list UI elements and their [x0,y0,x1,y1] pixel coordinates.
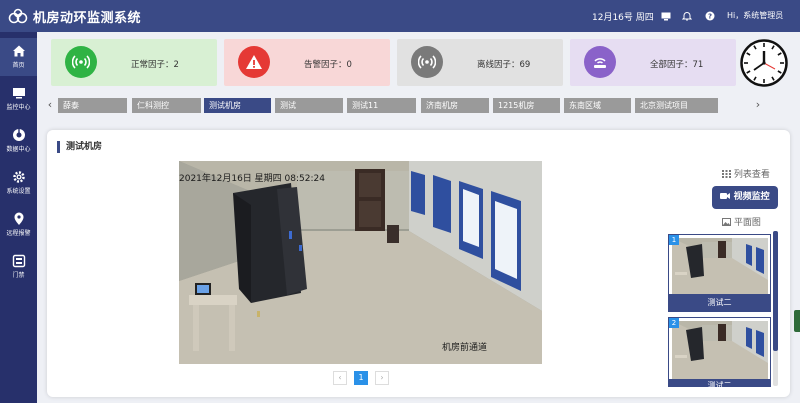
stat-label: 全部因子：71 [650,60,704,70]
stat-label: 正常因子：2 [131,60,179,70]
sidebar-item-alarm[interactable]: 远程报警 [0,206,37,244]
sidebar-label: 远程报警 [6,230,31,237]
screen-icon[interactable] [659,9,673,23]
stat-card-all[interactable]: 全部因子：71 [570,39,736,86]
tab-item[interactable]: 北京测试项目 [635,98,718,113]
thumbnail-label: 测试二 [669,379,770,387]
logo-icon [8,8,28,24]
all-icon [584,46,616,78]
help-icon[interactable]: ? [703,9,717,23]
stat-card-normal[interactable]: 正常因子：2 [51,39,217,86]
tab-item[interactable]: 测试 [275,98,343,113]
scrollbar-thumb[interactable] [773,231,778,351]
clock-icon [740,39,788,87]
sidebar-label: 门禁 [12,272,25,279]
tab-item-active[interactable]: 测试机房 [204,98,271,113]
page-prev-button[interactable]: ‹ [333,371,347,385]
bell-icon[interactable] [680,9,694,23]
sidebar-label: 数据中心 [6,146,31,153]
list-view-link[interactable]: 列表查看 [722,167,770,180]
stat-label: 离线因子：69 [477,60,531,70]
panel-title: 测试机房 [57,141,102,153]
side-edge-tab[interactable] [794,310,800,332]
monitor-icon [12,88,25,99]
sidebar-label: 监控中心 [6,104,31,111]
video-view-label: 视频监控 [733,192,770,202]
thumbnail-scrollbar[interactable] [773,231,778,386]
gear-icon [12,171,25,183]
thumbnail-image [672,238,768,296]
video-view-button[interactable]: 视频监控 [712,186,778,209]
thumbnail-label: 测试二 [669,294,770,311]
tab-item[interactable]: 测试11 [347,98,416,113]
warning-icon [238,46,270,78]
tab-item[interactable]: 济南机房 [421,98,489,113]
camera-icon [720,193,731,199]
video-timestamp: 2021年12月16日 星期四 08:52:24 [179,174,325,184]
offline-icon [411,46,443,78]
sidebar-label: 首页 [12,62,25,69]
thumbnail-image [672,321,768,379]
app-title: 机房动环监测系统 [33,11,142,26]
sidebar-item-home[interactable]: 首页 [0,38,37,76]
tab-item[interactable]: 1215机房 [493,98,560,113]
header-date: 12月16号 周四 [592,13,654,23]
video-player[interactable]: 2021年12月16日 星期四 08:52:24 机房前通道 [179,161,542,364]
tab-item[interactable]: 东南区域 [564,98,631,113]
camera-scene [179,161,542,364]
user-menu[interactable]: Hi，系统管理员 [727,10,783,21]
tab-item[interactable]: 薛泰 [58,98,127,113]
list-view-label: 列表查看 [733,170,770,180]
sidebar-item-data[interactable]: 数据中心 [0,122,37,160]
location-icon [14,212,23,225]
home-icon [12,45,25,57]
sidebar-label: 系统设置 [6,188,31,195]
sidebar: 首页 监控中心 数据中心 系统设置 远程报警 门禁 [0,32,37,403]
sidebar-item-door[interactable]: 门禁 [0,248,37,286]
data-icon [12,129,25,141]
sidebar-item-settings[interactable]: 系统设置 [0,164,37,202]
floor-plan-link[interactable]: 平面图 [722,215,761,228]
page-next-button[interactable]: › [375,371,389,385]
image-icon [722,218,731,226]
door-icon [12,254,25,268]
camera-thumbnail[interactable]: 2 测试二 [668,317,771,387]
grid-icon [722,170,731,178]
stat-label: 告警因子：0 [304,60,352,70]
sidebar-item-monitor[interactable]: 监控中心 [0,80,37,118]
stat-card-offline[interactable]: 离线因子：69 [397,39,563,86]
thumbnail-number: 1 [669,235,679,245]
camera-name: 机房前通道 [442,343,488,353]
camera-thumbnail[interactable]: 1 测试二 [668,234,771,312]
tab-item[interactable]: 仁科测控 [132,98,201,113]
floor-plan-label: 平面图 [733,218,761,228]
page-number-button[interactable]: 1 [354,371,368,385]
signal-icon [65,46,97,78]
top-header: 机房动环监测系统 12月16号 周四 ? Hi，系统管理员 [0,0,800,32]
tab-next-button[interactable]: › [753,97,763,113]
thumbnail-number: 2 [669,318,679,328]
tab-prev-button[interactable]: ‹ [45,97,55,113]
stat-card-alarm[interactable]: 告警因子：0 [224,39,390,86]
svg-text:?: ? [708,13,712,21]
